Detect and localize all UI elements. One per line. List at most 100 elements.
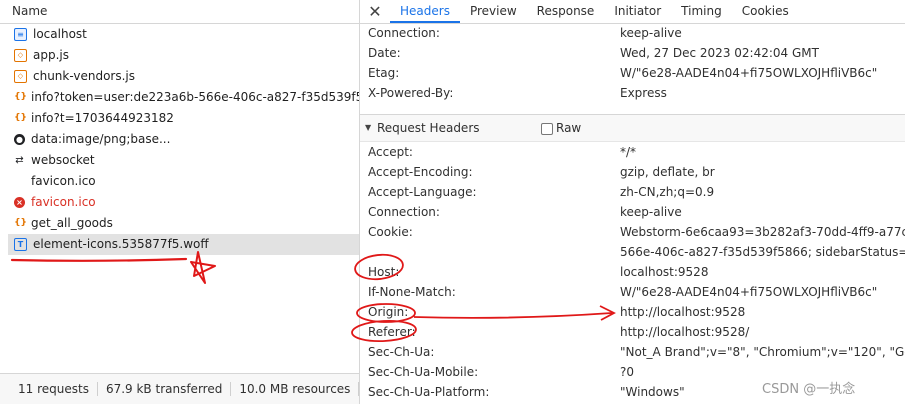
request-row[interactable]: ≡ localhost <box>8 24 359 45</box>
header-value: http://localhost:9528 <box>620 305 746 319</box>
tab-initiator[interactable]: Initiator <box>604 0 671 23</box>
header-value: W/"6e28-AADE4n04+fi75OWLXOJHfliVB6c" <box>620 66 878 80</box>
header-value: Webstorm-6e6caa93=3b282af3-70dd-4ff9-a77… <box>620 225 905 239</box>
header-row: Accept-Language: zh-CN,zh;q=0.9 <box>368 182 905 202</box>
network-status-bar: 11 requests 67.9 kB transferred 10.0 MB re… <box>0 373 359 404</box>
section-title: Request Headers <box>377 121 480 135</box>
network-request-list: Name ≡ localhost ◇ app.js ◇ chunk-vendors.js {… <box>0 0 360 404</box>
header-key: Etag: <box>368 66 400 80</box>
request-row[interactable]: Telement-icons.535877f5.woff <box>8 234 359 255</box>
request-row[interactable]: ⇄ websocket <box>8 150 359 171</box>
request-row[interactable]: × favicon.ico <box>8 192 359 213</box>
header-row: Referer: http://localhost:9528/ <box>368 322 905 342</box>
websocket-icon: ⇄ <box>15 155 24 166</box>
request-details-panel: ✕ Headers Preview Response Initiator Timing C… <box>360 0 905 404</box>
header-value: localhost:9528 <box>620 265 709 279</box>
header-key: Referer: <box>368 325 416 339</box>
request-name: favicon.ico <box>31 195 96 209</box>
header-key: Connection: <box>368 26 440 40</box>
status-item: 10.0 MB resources <box>231 382 359 396</box>
name-column-header[interactable]: Name <box>0 0 359 24</box>
request-row[interactable]: ◇ app.js <box>8 45 359 66</box>
header-value: gzip, deflate, br <box>620 165 715 179</box>
script-icon: ◇ <box>14 49 27 62</box>
header-row: Connection: keep-alive <box>368 202 905 222</box>
data-icon: ● <box>14 134 25 145</box>
header-row: Date: Wed, 27 Dec 2023 02:42:04 GMT <box>368 43 905 63</box>
header-row: Accept-Encoding: gzip, deflate, br <box>368 162 905 182</box>
document-icon: ≡ <box>14 28 27 41</box>
request-name: websocket <box>31 153 95 167</box>
header-value: */* <box>620 145 637 159</box>
header-value: keep-alive <box>620 26 682 40</box>
header-key: Connection: <box>368 205 440 219</box>
header-row: Etag: W/"6e28-AADE4n04+fi75OWLXOJHfliVB6c… <box>368 63 905 83</box>
header-key: Sec-Ch-Ua: <box>368 345 435 359</box>
header-key: Sec-Ch-Ua-Platform: <box>368 385 490 399</box>
raw-label[interactable]: Raw <box>556 115 581 141</box>
request-row[interactable]: favicon.ico <box>8 171 359 192</box>
header-row: 566e-406c-a827-f35d539f5866; sidebarStat… <box>368 242 905 262</box>
script-icon: ◇ <box>14 70 27 83</box>
header-key: Accept: <box>368 145 413 159</box>
request-rows: ≡ localhost ◇ app.js ◇ chunk-vendors.js {} info… <box>8 24 359 255</box>
blank-icon <box>14 176 25 187</box>
header-value: W/"6e28-AADE4n04+fi75OWLXOJHfliVB6c" <box>620 285 878 299</box>
error-icon: × <box>14 197 25 208</box>
header-key: If-None-Match: <box>368 285 456 299</box>
request-name: element-icons.535877f5.woff <box>33 237 209 251</box>
tab-preview[interactable]: Preview <box>460 0 527 23</box>
header-key: X-Powered-By: <box>368 86 454 100</box>
xhr-icon: {} <box>14 92 27 102</box>
header-key: Cookie: <box>368 225 413 239</box>
font-icon: T <box>14 238 27 251</box>
raw-checkbox[interactable] <box>541 123 553 135</box>
header-value: Wed, 27 Dec 2023 02:42:04 GMT <box>620 46 819 60</box>
csdn-watermark: CSDN @一执念 <box>762 382 856 397</box>
request-name: favicon.ico <box>31 174 96 188</box>
header-value: 566e-406c-a827-f35d539f5866; sidebarStat… <box>620 245 905 259</box>
header-key: Origin: <box>368 305 409 319</box>
header-value: zh-CN,zh;q=0.9 <box>620 185 715 199</box>
request-name: info?t=1703644923182 <box>31 111 174 125</box>
header-row: Accept: */* <box>368 142 905 162</box>
header-key: Date: <box>368 46 401 60</box>
request-name: get_all_goods <box>31 216 113 230</box>
header-row: Connection: keep-alive <box>368 23 905 43</box>
request-name: localhost <box>33 27 87 41</box>
request-row[interactable]: ◇ chunk-vendors.js <box>8 66 359 87</box>
request-name: data:image/png;base... <box>31 132 171 146</box>
header-row: Cookie: Webstorm-6e6caa93=3b282af3-70dd-4… <box>368 222 905 242</box>
details-tab-bar: ✕ Headers Preview Response Initiator Timing C… <box>360 0 905 24</box>
header-row: Host: localhost:9528 <box>368 262 905 282</box>
request-row[interactable]: {} get_all_goods <box>8 213 359 234</box>
status-item: 67.9 kB transferred <box>98 382 232 396</box>
tab-headers[interactable]: Headers <box>390 0 460 23</box>
header-key: Accept-Encoding: <box>368 165 473 179</box>
collapse-triangle-icon[interactable]: ▼ <box>365 115 371 141</box>
header-value: http://localhost:9528/ <box>620 325 750 339</box>
request-row[interactable]: ● data:image/png;base... <box>8 129 359 150</box>
request-name: chunk-vendors.js <box>33 69 136 83</box>
close-icon[interactable]: ✕ <box>360 0 390 23</box>
xhr-icon: {} <box>14 113 27 123</box>
tab-response[interactable]: Response <box>527 0 605 23</box>
header-value: ?0 <box>620 365 635 379</box>
request-headers-section-header[interactable]: ▼ Request Headers Raw <box>360 114 905 142</box>
request-row[interactable]: {} info?t=1703644923182 <box>8 108 359 129</box>
header-value: "Windows" <box>620 385 685 399</box>
header-key: Sec-Ch-Ua-Mobile: <box>368 365 479 379</box>
tab-cookies[interactable]: Cookies <box>732 0 799 23</box>
header-row: X-Powered-By: Express <box>368 83 905 103</box>
header-key: Host: <box>368 265 400 279</box>
request-name: app.js <box>33 48 69 62</box>
header-row: Sec-Ch-Ua: "Not_A Brand";v="8", "Chromium… <box>368 342 905 362</box>
xhr-icon: {} <box>14 218 27 228</box>
tab-timing[interactable]: Timing <box>671 0 732 23</box>
header-row: If-None-Match: W/"6e28-AADE4n04+fi75OWLXO… <box>368 282 905 302</box>
header-value: Express <box>620 86 667 100</box>
request-row[interactable]: {} info?token=user:de223a6b-566e-406c-a82… <box>8 87 359 108</box>
header-value: "Not_A Brand";v="8", "Chromium";v="120",… <box>620 345 905 359</box>
header-row: Origin: http://localhost:9528 <box>368 302 905 322</box>
request-name: info?token=user:de223a6b-566e-406c-a827-… <box>31 90 359 104</box>
